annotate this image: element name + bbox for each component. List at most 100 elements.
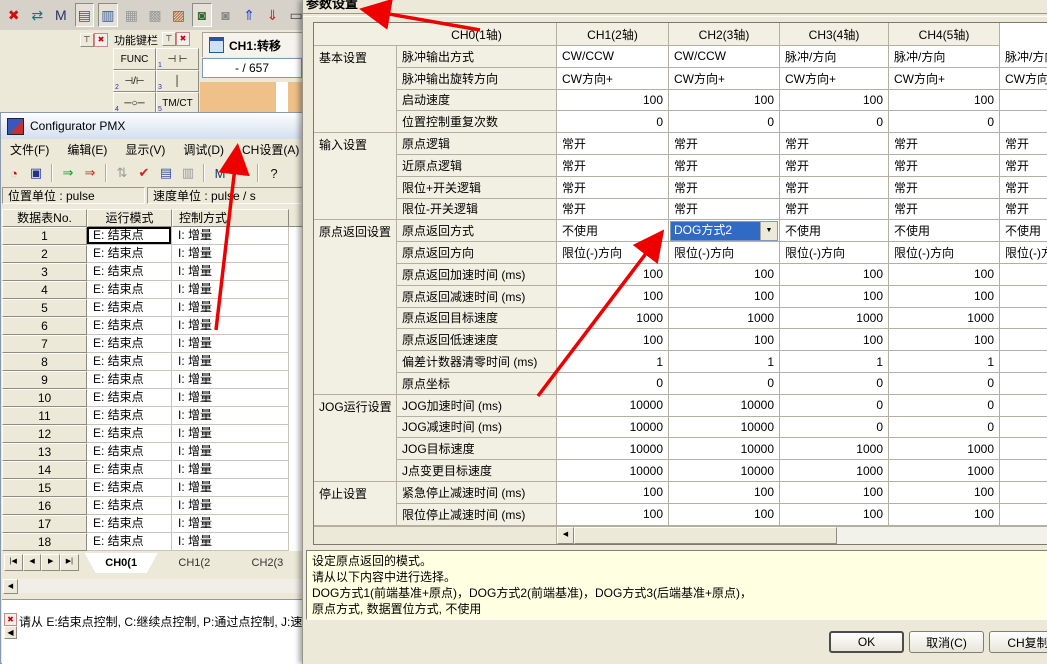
horizontal-scrollbar[interactable]: ◀ bbox=[2, 579, 304, 593]
control-cell[interactable]: I: 增量 bbox=[172, 461, 289, 479]
scroll-left-icon[interactable]: ◀ bbox=[3, 579, 18, 594]
row-number-cell[interactable]: 9 bbox=[2, 371, 87, 389]
value-cell[interactable]: 100 bbox=[780, 264, 889, 286]
value-cell[interactable]: 1 bbox=[889, 351, 1000, 373]
tab-next-icon[interactable]: ▶ bbox=[41, 554, 60, 571]
function-key-5[interactable]: TM/CT5 bbox=[156, 92, 199, 114]
value-cell[interactable]: CW方向+ bbox=[780, 68, 889, 90]
value-cell[interactable]: 10000 bbox=[669, 395, 780, 417]
row-number-cell[interactable]: 5 bbox=[2, 299, 87, 317]
value-cell[interactable]: 常开 bbox=[669, 133, 780, 155]
table-horizontal-scrollbar[interactable]: ◀ bbox=[557, 527, 1047, 544]
mode-cell[interactable]: E: 结束点 bbox=[87, 407, 172, 425]
value-cell[interactable]: 100 bbox=[669, 482, 780, 504]
value-cell[interactable] bbox=[1000, 395, 1047, 417]
tab-CH1(2轴)[interactable]: CH1(2轴) bbox=[158, 553, 231, 573]
mode-cell[interactable]: E: 结束点 bbox=[87, 335, 172, 353]
value-cell[interactable]: 0 bbox=[557, 373, 669, 395]
value-cell[interactable]: 常开 bbox=[669, 177, 780, 199]
value-cell[interactable]: 100 bbox=[669, 504, 780, 526]
value-cell[interactable]: 1000 bbox=[780, 460, 889, 482]
tab-CH0(1轴)[interactable]: CH0(1轴) bbox=[85, 553, 158, 573]
value-cell[interactable]: 常开 bbox=[780, 133, 889, 155]
value-cell[interactable]: 0 bbox=[889, 373, 1000, 395]
control-cell[interactable]: I: 增量 bbox=[172, 245, 289, 263]
mode-cell[interactable]: E: 结束点 bbox=[87, 371, 172, 389]
value-cell[interactable]: 脉冲/方向 bbox=[780, 46, 889, 68]
control-cell[interactable]: I: 增量 bbox=[172, 227, 289, 245]
value-cell[interactable]: 10000 bbox=[557, 460, 669, 482]
close-icon[interactable]: ✖ bbox=[4, 613, 17, 626]
value-cell[interactable]: 脉冲/方向 bbox=[889, 46, 1000, 68]
value-cell[interactable]: 100 bbox=[889, 482, 1000, 504]
row-number-cell[interactable]: 10 bbox=[2, 389, 87, 407]
return-mode-dropdown[interactable]: DOG方式2▼ bbox=[670, 221, 778, 241]
value-cell[interactable]: 10000 bbox=[557, 417, 669, 439]
close-icon[interactable]: ✖ bbox=[176, 32, 190, 46]
control-cell[interactable]: I: 增量 bbox=[172, 317, 289, 335]
value-cell[interactable]: DOG方式2▼ bbox=[669, 220, 780, 242]
value-cell[interactable]: 常开 bbox=[780, 177, 889, 199]
value-cell[interactable]: CW方向+ bbox=[889, 68, 1000, 90]
value-cell[interactable]: 100 bbox=[889, 286, 1000, 308]
help-icon[interactable]: ? bbox=[264, 163, 284, 183]
value-cell[interactable]: 0 bbox=[889, 111, 1000, 133]
mode-cell[interactable]: E: 结束点 bbox=[87, 425, 172, 443]
row-number-cell[interactable]: 13 bbox=[2, 443, 87, 461]
value-cell[interactable]: 100 bbox=[557, 286, 669, 308]
value-cell[interactable]: 常开 bbox=[889, 199, 1000, 221]
value-cell[interactable]: 0 bbox=[780, 395, 889, 417]
value-cell[interactable]: 100 bbox=[780, 504, 889, 526]
mode-cell[interactable]: E: 结束点 bbox=[87, 515, 172, 533]
value-cell[interactable]: 0 bbox=[889, 395, 1000, 417]
value-cell[interactable]: 100 bbox=[557, 264, 669, 286]
tab-last-icon[interactable]: ▶| bbox=[60, 554, 79, 571]
row-number-cell[interactable]: 14 bbox=[2, 461, 87, 479]
value-cell[interactable] bbox=[1000, 460, 1047, 482]
control-cell[interactable]: I: 增量 bbox=[172, 497, 289, 515]
control-cell[interactable]: I: 增量 bbox=[172, 515, 289, 533]
value-cell[interactable]: 100 bbox=[889, 504, 1000, 526]
value-cell[interactable]: 100 bbox=[669, 90, 780, 112]
value-cell[interactable]: 100 bbox=[780, 482, 889, 504]
download-icon[interactable]: ⇓ bbox=[263, 3, 283, 27]
editor-tab[interactable]: CH1:转移 bbox=[202, 32, 304, 57]
mode-cell[interactable]: E: 结束点 bbox=[87, 497, 172, 515]
value-cell[interactable]: CW方向+ bbox=[1000, 68, 1047, 90]
value-cell[interactable] bbox=[1000, 373, 1047, 395]
value-cell[interactable]: 1000 bbox=[780, 308, 889, 330]
value-cell[interactable]: 1000 bbox=[669, 308, 780, 330]
value-cell[interactable]: 0 bbox=[780, 373, 889, 395]
value-cell[interactable]: 10000 bbox=[557, 438, 669, 460]
value-cell[interactable]: 常开 bbox=[557, 155, 669, 177]
value-cell[interactable]: 100 bbox=[780, 329, 889, 351]
find-icon[interactable]: M bbox=[210, 163, 230, 183]
row-number-cell[interactable]: 12 bbox=[2, 425, 87, 443]
control-cell[interactable]: I: 增量 bbox=[172, 479, 289, 497]
row-number-cell[interactable]: 3 bbox=[2, 263, 87, 281]
tile-view-icon[interactable]: ▦ bbox=[122, 3, 142, 27]
control-cell[interactable]: I: 增量 bbox=[172, 299, 289, 317]
value-cell[interactable]: 常开 bbox=[1000, 133, 1047, 155]
value-cell[interactable]: 常开 bbox=[1000, 155, 1047, 177]
value-cell[interactable]: 1000 bbox=[557, 308, 669, 330]
value-cell[interactable]: 常开 bbox=[889, 155, 1000, 177]
value-cell[interactable]: 1 bbox=[669, 351, 780, 373]
value-cell[interactable] bbox=[1000, 308, 1047, 330]
value-cell[interactable]: CW方向+ bbox=[669, 68, 780, 90]
value-cell[interactable]: 常开 bbox=[557, 133, 669, 155]
row-number-cell[interactable]: 18 bbox=[2, 533, 87, 551]
value-cell[interactable]: CW方向+ bbox=[557, 68, 669, 90]
tab-CH2(3轴)[interactable]: CH2(3轴) bbox=[231, 553, 304, 573]
row-number-cell[interactable]: 11 bbox=[2, 407, 87, 425]
tile-view2-icon[interactable]: ▩ bbox=[145, 3, 165, 27]
value-cell[interactable]: 常开 bbox=[557, 199, 669, 221]
value-cell[interactable] bbox=[1000, 438, 1047, 460]
function-key-2[interactable]: ⊣/⊢2 bbox=[113, 70, 156, 92]
value-cell[interactable]: 10000 bbox=[669, 438, 780, 460]
import-icon[interactable]: ⇒ bbox=[58, 163, 78, 183]
value-cell[interactable]: 限位(-)方向 bbox=[780, 242, 889, 264]
row-number-cell[interactable]: 15 bbox=[2, 479, 87, 497]
save-timer-icon[interactable]: ◔ bbox=[4, 163, 24, 183]
value-cell[interactable]: 常开 bbox=[669, 199, 780, 221]
